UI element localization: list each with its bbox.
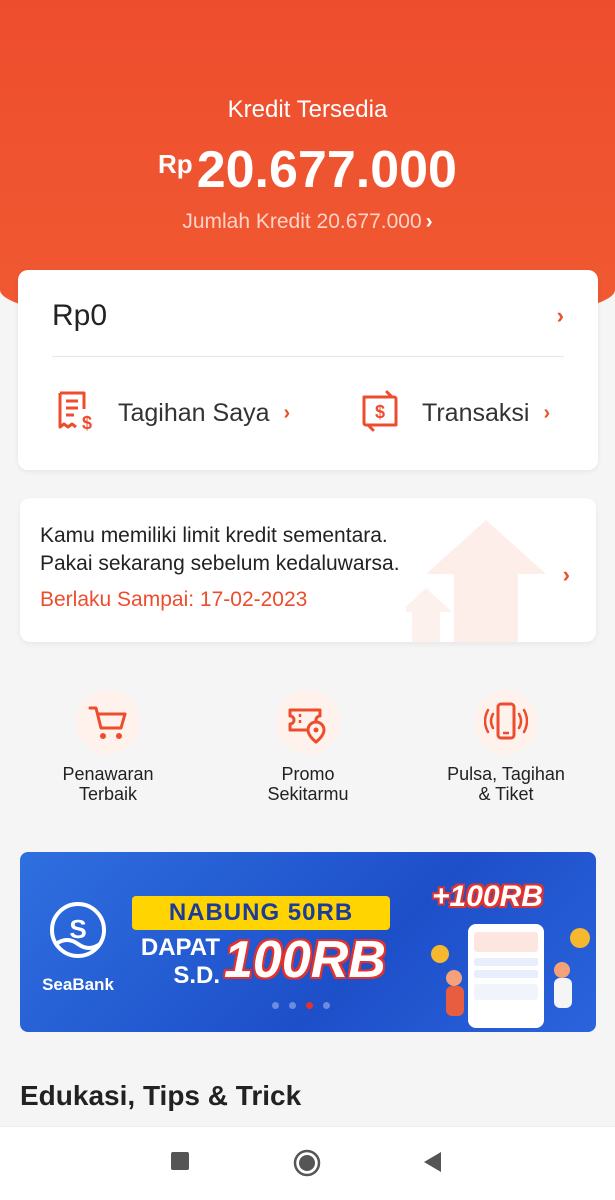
home-icon[interactable] bbox=[293, 1149, 321, 1177]
menu-item-nearby-promo[interactable]: Promo Sekitarmu bbox=[208, 690, 408, 804]
menu-label: Penawaran Terbaik bbox=[8, 764, 208, 804]
education-section-title: Edukasi, Tips & Trick bbox=[20, 1080, 302, 1111]
phone-icon bbox=[474, 690, 538, 754]
menu-label-line: Pulsa, Tagihan bbox=[447, 764, 565, 784]
carousel-indicator bbox=[272, 1002, 330, 1009]
seabank-logo: S SeaBank bbox=[38, 900, 118, 995]
notice-line-1: Kamu memiliki limit kredit sementara. bbox=[40, 524, 388, 547]
menu-label-line: Promo bbox=[281, 764, 335, 784]
my-bills-label: Tagihan Saya bbox=[118, 398, 270, 427]
transaction-icon: $ bbox=[358, 389, 402, 438]
menu-label-line: Sekitarmu bbox=[267, 784, 349, 804]
chevron-right-icon: › bbox=[283, 401, 291, 424]
my-bills-button[interactable]: $ Tagihan Saya › bbox=[54, 388, 290, 438]
carousel-dot[interactable] bbox=[323, 1002, 330, 1009]
svg-text:S: S bbox=[69, 914, 86, 944]
credit-amount: Rp20.677.000 bbox=[0, 140, 615, 200]
temporary-limit-notice[interactable]: Kamu memiliki limit kredit sementara. Pa… bbox=[20, 498, 596, 642]
menu-label-line: Penawaran bbox=[62, 764, 154, 784]
menu-label: Pulsa, Tagihan & Tiket bbox=[406, 764, 606, 804]
notice-message: Kamu memiliki limit kredit sementara. Pa… bbox=[40, 522, 400, 578]
banner-sd-text: S.D. bbox=[173, 962, 220, 989]
notice-valid-until: Berlaku Sampai: 17-02-2023 bbox=[40, 588, 308, 611]
banner-dapat-text: DAPAT bbox=[140, 934, 220, 961]
carousel-dot[interactable] bbox=[289, 1002, 296, 1009]
transactions-button[interactable]: $ Transaksi › bbox=[358, 388, 550, 438]
chevron-right-icon: › bbox=[562, 562, 570, 587]
banner-bonus: +100RB bbox=[432, 880, 543, 913]
chevron-right-icon: › bbox=[556, 303, 564, 328]
seabank-icon: S bbox=[50, 902, 106, 958]
credit-label: Kredit Tersedia bbox=[227, 96, 388, 123]
seabank-promo-banner[interactable]: S SeaBank NABUNG 50RB DAPAT S.D. 100RB +… bbox=[20, 852, 596, 1032]
total-credit-label: Jumlah Kredit 20.677.000 bbox=[182, 210, 422, 233]
carousel-dot-active[interactable] bbox=[306, 1002, 313, 1009]
carousel-dot[interactable] bbox=[272, 1002, 279, 1009]
notice-line-2: Pakai sekarang sebelum kedaluwarsa. bbox=[40, 552, 400, 575]
credit-amount-value: 20.677.000 bbox=[196, 141, 457, 199]
system-navigation-bar bbox=[0, 1126, 615, 1200]
menu-label: Promo Sekitarmu bbox=[208, 764, 408, 804]
menu-label-line: Terbaik bbox=[78, 784, 138, 804]
cart-icon bbox=[76, 690, 140, 754]
banner-amount: 100RB bbox=[224, 931, 386, 989]
menu-item-best-offers[interactable]: Penawaran Terbaik bbox=[8, 690, 208, 804]
seabank-brand: SeaBank bbox=[42, 975, 114, 994]
quick-menu: Penawaran Terbaik Promo Sekitarmu Pulsa,… bbox=[0, 690, 615, 820]
banner-pill: NABUNG 50RB bbox=[132, 896, 390, 930]
bill-icon: $ bbox=[54, 389, 98, 438]
voucher-location-icon bbox=[276, 690, 340, 754]
balance-row[interactable]: Rp0 › bbox=[52, 296, 564, 336]
menu-item-topup-bills-tickets[interactable]: Pulsa, Tagihan & Tiket bbox=[406, 690, 606, 804]
balance-card: Rp0 › $ Tagihan Saya › $ Transaksi › bbox=[18, 270, 598, 470]
arrow-up-decoration bbox=[406, 520, 546, 642]
total-credit-link[interactable]: Jumlah Kredit 20.677.000 › bbox=[0, 210, 615, 234]
svg-text:$: $ bbox=[82, 413, 92, 433]
svg-text:$: $ bbox=[375, 402, 385, 422]
chevron-right-icon: › bbox=[425, 210, 433, 233]
transactions-label: Transaksi bbox=[422, 398, 530, 427]
chevron-right-icon: › bbox=[543, 401, 551, 424]
currency-symbol: Rp bbox=[158, 149, 193, 179]
back-icon[interactable] bbox=[423, 1151, 443, 1173]
recent-apps-icon[interactable] bbox=[170, 1151, 190, 1171]
banner-illustration bbox=[431, 924, 590, 1028]
balance-amount: Rp0 bbox=[52, 299, 108, 332]
banner-dapat: DAPAT S.D. bbox=[128, 934, 220, 990]
divider bbox=[52, 356, 564, 357]
menu-label-line: & Tiket bbox=[478, 784, 534, 804]
